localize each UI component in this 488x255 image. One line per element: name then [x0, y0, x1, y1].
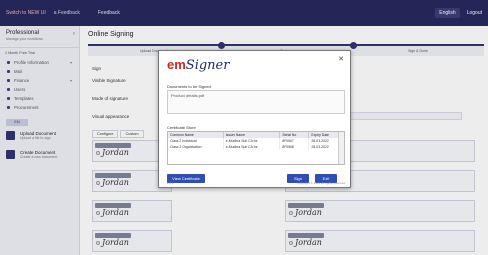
copyright-text: Copyright © 2021 All rights reserved — [296, 181, 345, 185]
table-scrollbar[interactable] — [338, 132, 344, 164]
table-cell: e-Mudhra Sub CA for — [223, 144, 281, 150]
documents-label: Documents to be Signed — [167, 84, 211, 89]
table-cell: Class 2 Organisation — [168, 144, 224, 150]
certificate-store-label: Certificate Store — [167, 125, 196, 130]
certificate-table: Common Name Issuer Name Serial No Expiry… — [167, 131, 345, 165]
emsigner-logo: emSigner — [167, 57, 230, 73]
version-text: v 2.1 — [167, 181, 174, 185]
table-row[interactable]: Class 2 Organisation e-Mudhra Sub CA for… — [168, 144, 344, 150]
table-cell: 8F0568 — [279, 144, 310, 150]
emsigner-dialog: emSigner ✕ Documents to be Signed Produc… — [158, 50, 351, 188]
close-icon[interactable]: ✕ — [338, 55, 344, 63]
dialog-footer: v 2.1 Copyright © 2021 All rights reserv… — [167, 181, 345, 185]
documents-textarea[interactable]: Product details.pdf — [167, 90, 345, 114]
document-name: Product details.pdf — [171, 93, 205, 98]
